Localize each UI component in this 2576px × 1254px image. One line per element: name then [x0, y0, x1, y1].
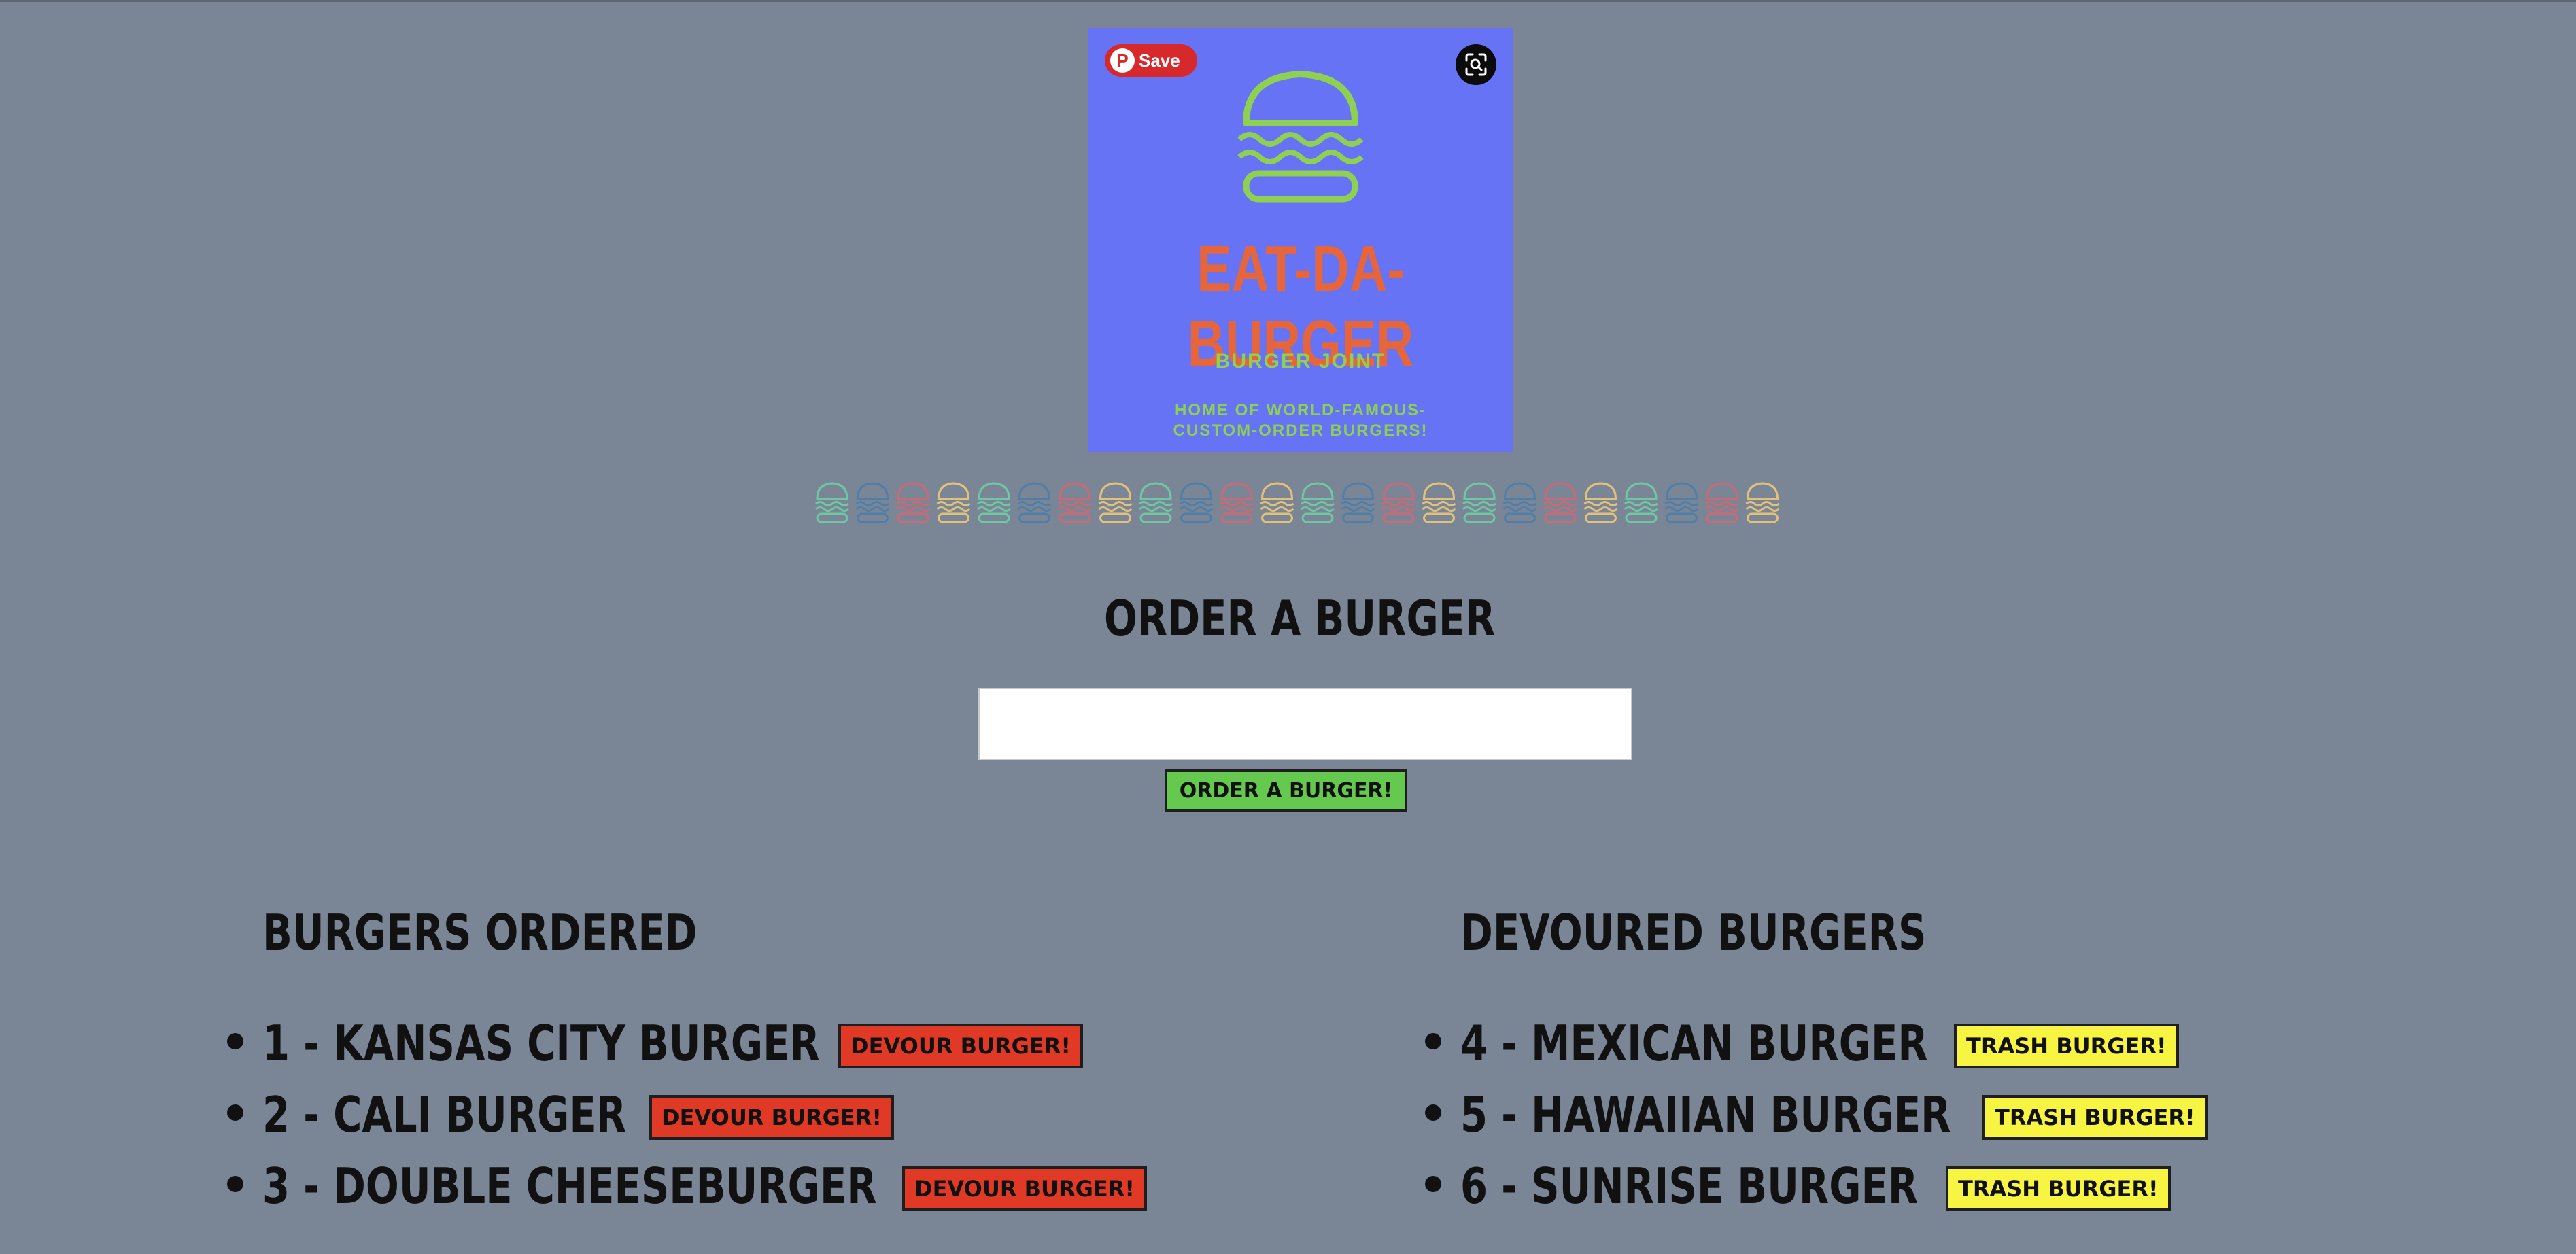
small-burger-icon: [977, 482, 1011, 523]
burger-name: 4 - Mexican Burger: [1460, 1015, 1928, 1072]
small-burger-icon: [1098, 482, 1133, 523]
brand-tagline: BURGER JOINT: [1215, 350, 1386, 372]
burger-name: 3 - Double Cheeseburger: [262, 1157, 877, 1215]
small-burger-icon: [1301, 482, 1335, 523]
pinterest-save-button[interactable]: P Save: [1105, 44, 1197, 77]
small-burger-icon: [1220, 482, 1254, 523]
bullet: [1425, 1033, 1441, 1049]
order-title: Order a burger: [1104, 590, 1496, 647]
bullet: [227, 1104, 243, 1121]
bullet: [1425, 1104, 1441, 1121]
small-burger-icon: [1664, 482, 1699, 523]
small-burger-icon: [936, 482, 971, 523]
small-burger-icon: [815, 482, 849, 523]
small-burger-icon: [1179, 482, 1214, 523]
bullet: [227, 1033, 243, 1049]
small-burger-icon: [1624, 482, 1658, 523]
small-burger-icon: [855, 482, 890, 523]
small-burger-icon: [1139, 482, 1173, 523]
small-burger-icon: [1543, 482, 1577, 523]
burger-name-input[interactable]: [978, 688, 1632, 760]
small-burger-icon: [896, 482, 930, 523]
trash-burger-button[interactable]: Trash Burger!: [1946, 1166, 2171, 1211]
brand-subline: HOME OF WORLD-FAMOUS-CUSTOM-ORDER BURGER…: [1173, 401, 1428, 440]
small-burger-icon: [1502, 482, 1537, 523]
small-burger-icon: [1745, 482, 1780, 523]
devoured-burgers-title: Devoured burgers: [1460, 904, 1927, 961]
burger-name: 1 - Kansas City Burger: [262, 1015, 820, 1072]
bullet: [227, 1176, 243, 1192]
devour-burger-button[interactable]: Devour Burger!: [902, 1166, 1147, 1211]
burger-name: 2 - Cali Burger: [262, 1086, 627, 1143]
top-border: [0, 0, 2576, 2]
trash-burger-button[interactable]: Trash Burger!: [1982, 1095, 2208, 1140]
burger-logo-icon: [1237, 71, 1364, 203]
small-burger-icon: [1462, 482, 1496, 523]
bullet: [1425, 1176, 1441, 1192]
small-burger-icon: [1058, 482, 1092, 523]
visual-search-icon: [1465, 53, 1487, 76]
burger-name: 6 - Sunrise Burger: [1460, 1157, 1919, 1215]
visual-search-button[interactable]: [1456, 44, 1496, 85]
small-burger-icon: [1381, 482, 1415, 523]
pinterest-save-label: Save: [1139, 50, 1180, 71]
small-burger-icon: [1341, 482, 1375, 523]
pinterest-icon: P: [1110, 48, 1135, 73]
burger-decoration-row: [815, 482, 1780, 523]
small-burger-icon: [1017, 482, 1052, 523]
logo-card: EAT-DA-BURGER BURGER JOINT HOME OF WORLD…: [1088, 28, 1513, 452]
trash-burger-button[interactable]: Trash Burger!: [1954, 1024, 2179, 1068]
devour-burger-button[interactable]: Devour Burger!: [649, 1095, 894, 1140]
burger-name: 5 - Hawaiian Burger: [1460, 1086, 1951, 1143]
devour-burger-button[interactable]: Devour Burger!: [838, 1024, 1083, 1068]
small-burger-icon: [1705, 482, 1739, 523]
small-burger-icon: [1260, 482, 1294, 523]
small-burger-icon: [1583, 482, 1618, 523]
small-burger-icon: [1422, 482, 1456, 523]
order-burger-button[interactable]: Order a burger!: [1165, 769, 1407, 812]
burgers-ordered-title: Burgers ordered: [262, 904, 698, 961]
